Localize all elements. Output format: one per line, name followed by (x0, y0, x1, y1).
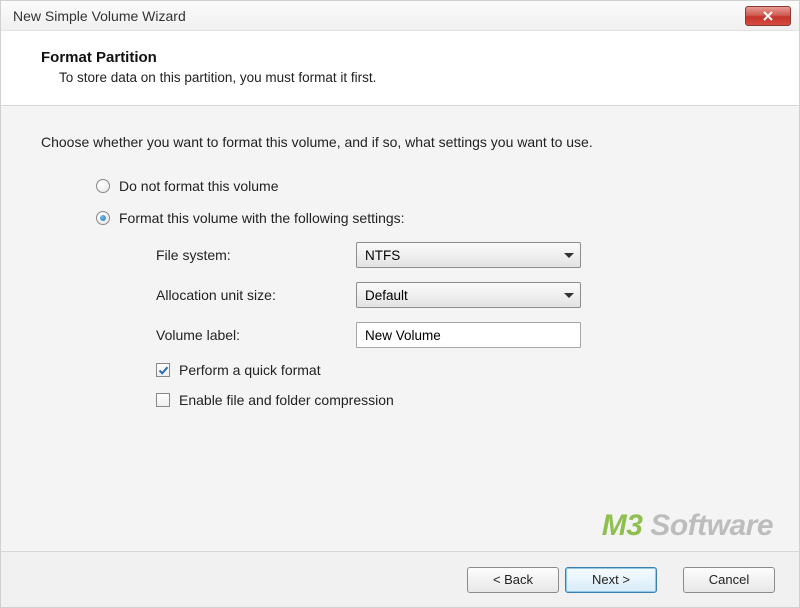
radio-no-format[interactable]: Do not format this volume (96, 178, 759, 194)
radio-icon (96, 211, 110, 225)
file-system-label: File system: (156, 247, 356, 263)
checkbox-icon (156, 363, 170, 377)
volume-label-row: Volume label: (156, 322, 759, 348)
file-system-row: File system: NTFS (156, 242, 759, 268)
back-button[interactable]: < Back (467, 567, 559, 593)
watermark: M3 Software (602, 509, 773, 543)
quick-format-checkbox[interactable]: Perform a quick format (156, 362, 759, 378)
file-system-combo[interactable]: NTFS (356, 242, 581, 268)
quick-format-label: Perform a quick format (179, 362, 321, 378)
cancel-button[interactable]: Cancel (683, 567, 775, 593)
wizard-window: New Simple Volume Wizard Format Partitio… (0, 0, 800, 608)
close-icon (762, 11, 774, 21)
allocation-combo[interactable]: Default (356, 282, 581, 308)
allocation-row: Allocation unit size: Default (156, 282, 759, 308)
wizard-footer: < Back Next > Cancel (1, 551, 799, 607)
radio-format-label: Format this volume with the following se… (119, 210, 405, 226)
file-system-value: NTFS (365, 248, 564, 263)
allocation-label: Allocation unit size: (156, 287, 356, 303)
chevron-down-icon (564, 293, 574, 298)
compression-label: Enable file and folder compression (179, 392, 394, 408)
radio-format[interactable]: Format this volume with the following se… (96, 210, 759, 226)
chevron-down-icon (564, 253, 574, 258)
close-button[interactable] (745, 6, 791, 26)
radio-icon (96, 179, 110, 193)
checkbox-icon (156, 393, 170, 407)
wizard-header: Format Partition To store data on this p… (1, 31, 799, 106)
allocation-value: Default (365, 288, 564, 303)
titlebar: New Simple Volume Wizard (1, 1, 799, 31)
compression-checkbox[interactable]: Enable file and folder compression (156, 392, 759, 408)
format-settings: File system: NTFS Allocation unit size: … (156, 242, 759, 408)
wizard-body: Choose whether you want to format this v… (1, 106, 799, 551)
next-button[interactable]: Next > (565, 567, 657, 593)
volume-label-label: Volume label: (156, 327, 356, 343)
volume-label-input[interactable] (356, 322, 581, 348)
window-title: New Simple Volume Wizard (13, 8, 745, 24)
page-title: Format Partition (31, 49, 769, 66)
page-subtitle: To store data on this partition, you mus… (31, 70, 769, 85)
radio-no-format-label: Do not format this volume (119, 178, 279, 194)
instruction-text: Choose whether you want to format this v… (41, 134, 759, 150)
